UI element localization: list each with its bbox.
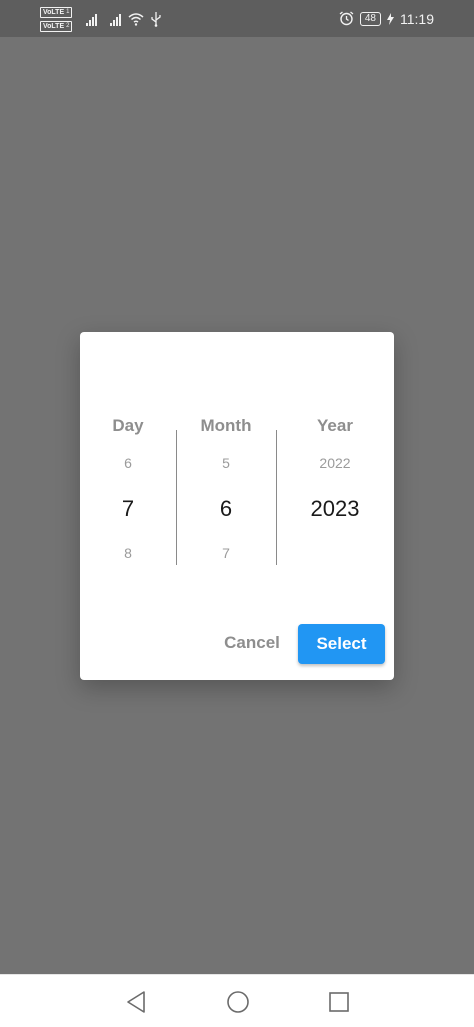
status-bar-right: 48 11:19	[339, 0, 434, 37]
charging-icon	[387, 12, 394, 25]
volte-1-badge: VoLTE 1	[40, 6, 73, 18]
date-picker-dialog: Day 6 7 8 Month 5 6 7 Year 2022 2023 Can…	[80, 332, 394, 680]
recent-apps-icon[interactable]	[326, 989, 352, 1015]
volte-2-badge: VoLTE 2	[40, 20, 73, 32]
signal-icon-2	[110, 12, 122, 26]
usb-icon	[151, 12, 162, 27]
year-prev-value[interactable]: 2022	[276, 455, 394, 471]
volte-1-sub: 1	[66, 8, 70, 15]
month-column-title: Month	[200, 416, 252, 435]
month-prev-value[interactable]: 5	[176, 455, 276, 471]
cancel-button[interactable]: Cancel	[212, 627, 292, 659]
status-bar: VoLTE 1 VoLTE 2 48 11:19	[0, 0, 474, 37]
month-selected-value[interactable]: 6	[176, 496, 276, 522]
status-bar-left: VoLTE 1 VoLTE 2	[40, 5, 162, 33]
month-next-value[interactable]: 7	[176, 545, 276, 561]
navigation-bar	[0, 974, 474, 1027]
back-icon[interactable]	[124, 989, 150, 1015]
home-icon[interactable]	[225, 989, 251, 1015]
signal-icon	[86, 12, 98, 26]
day-prev-value[interactable]: 6	[80, 455, 176, 471]
day-selected-value[interactable]: 7	[80, 496, 176, 522]
volte-2-label: VoLTE	[43, 22, 65, 30]
year-column-title: Year	[317, 416, 353, 435]
day-column-title: Day	[112, 416, 144, 435]
day-next-value[interactable]: 8	[80, 545, 176, 561]
wifi-icon	[128, 13, 144, 26]
volte-1-label: VoLTE	[43, 8, 65, 16]
clock: 11:19	[400, 10, 434, 27]
volte-indicators: VoLTE 1 VoLTE 2	[40, 6, 73, 32]
battery-icon: 48	[359, 11, 381, 26]
year-selected-value[interactable]: 2023	[276, 496, 394, 522]
volte-2-sub: 2	[66, 22, 70, 29]
select-button[interactable]: Select	[298, 624, 385, 664]
alarm-icon	[339, 11, 354, 26]
